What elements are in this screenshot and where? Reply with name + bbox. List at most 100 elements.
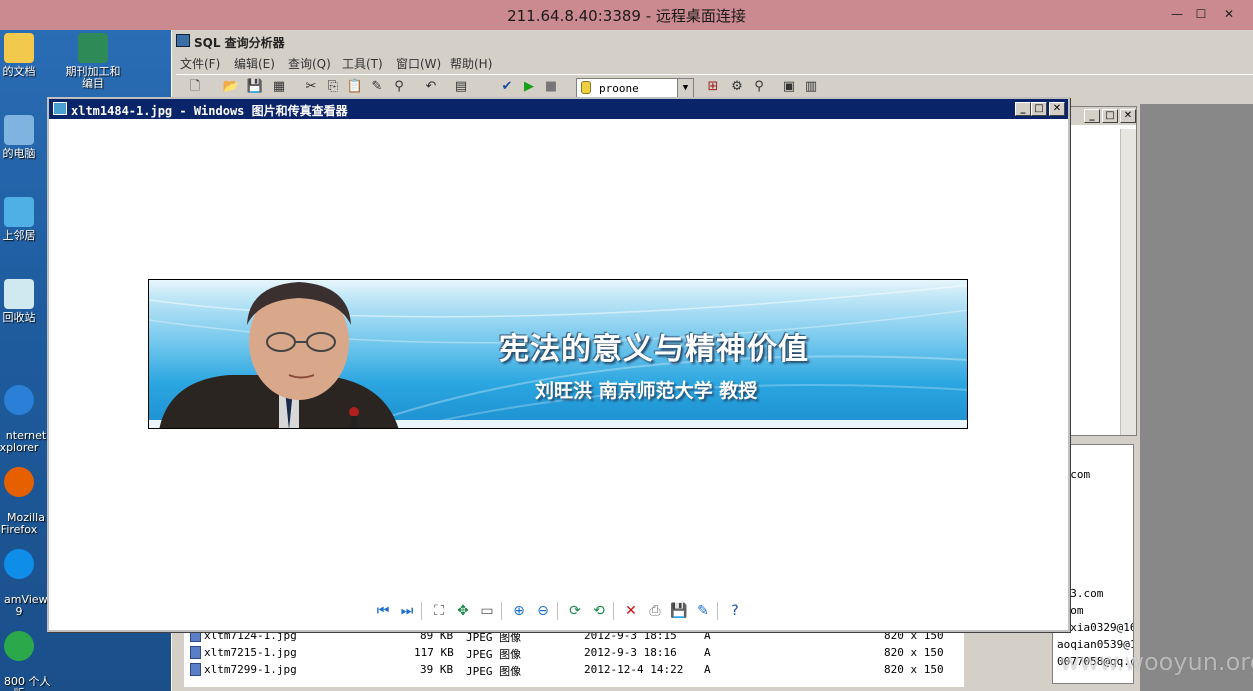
lecture-banner-image: 宪法的意义与精神价值 刘旺洪 南京师范大学 教授 [148,279,968,429]
teamviewer-icon [4,549,34,579]
menu-edit[interactable]: 编辑(E) [234,55,275,72]
desktop-icon-label: 的文档 [2,65,36,78]
parse-check-icon[interactable]: ✔ [498,78,516,96]
app-shortcut-icon [78,33,108,63]
desktop-icon-800-personal[interactable]: 800 个人 版 [0,607,51,691]
copy-icon[interactable]: ⎘ [324,78,342,96]
database-icon [581,81,591,94]
minimize-button[interactable]: _ [1015,102,1031,116]
banner-title: 宪法的意义与精神价值 [499,332,809,367]
file-attr: A [704,663,711,676]
toolbar-separator [421,602,422,620]
clear-window-icon[interactable]: ✎ [368,78,386,96]
actual-size-icon[interactable]: ✥ [453,601,473,621]
object-browser-icon[interactable]: ⚙ [728,78,746,96]
edit-image-icon[interactable]: ✎ [693,601,713,621]
speaker-portrait [159,282,399,428]
menu-query[interactable]: 查询(Q) [288,55,331,72]
slideshow-icon[interactable]: ▭ [477,601,497,621]
sql-title-bar: SQL 查询分析器 [172,30,1253,52]
print-icon[interactable]: ⎙ [645,601,665,621]
insert-template-icon[interactable]: ▦ [270,78,288,96]
query-editor-titlebar: _ □ ✕ [1068,107,1136,125]
viewer-title-bar: xltm1484-1.jpg - Windows 图片和传真查看器 _ □ ✕ [49,99,1068,119]
file-dims: 820 x 150 [884,663,944,676]
picture-viewer-icon [53,102,67,115]
picture-viewer-window: xltm1484-1.jpg - Windows 图片和传真查看器 _ □ ✕ … [47,97,1070,632]
chevron-down-icon[interactable]: ▼ [677,79,693,97]
execute-icon[interactable]: ▶ [520,78,538,96]
file-type: JPEG 图像 [466,665,522,678]
rdp-close-button[interactable]: ✕ [1216,4,1242,24]
rdp-minimize-button[interactable]: — [1164,4,1190,24]
zoom-in-icon[interactable]: ⊕ [509,601,529,621]
open-icon[interactable]: 📂 [222,78,240,96]
file-type: JPEG 图像 [466,648,522,661]
firefox-icon [4,467,34,497]
best-fit-icon[interactable]: ⛶ [429,601,449,621]
delete-icon[interactable]: ✕ [621,601,641,621]
jpeg-file-icon [190,646,201,659]
paste-icon[interactable]: 📋 [346,78,364,96]
ie-icon [4,385,34,415]
menu-window[interactable]: 窗口(W) [396,55,441,72]
desktop-icon-recycle-bin[interactable]: 回收站 [0,279,48,324]
desktop-icon-journal-cataloging[interactable]: 期刊加工和编目 [62,33,124,90]
banner-subtitle: 刘旺洪 南京师范大学 教授 [535,380,758,402]
folder-documents-icon [4,33,34,63]
toolbar-separator [501,602,502,620]
desktop-icon-label: 上邻居 [2,229,36,242]
database-select[interactable]: proone ▼ [576,78,694,98]
rdp-title: 211.64.8.40:3389 - 远程桌面连接 [507,7,746,25]
cut-icon[interactable]: ✂ [302,78,320,96]
sql-app-icon [176,34,190,47]
rdp-restore-button[interactable]: ☐ [1188,4,1214,24]
find-icon[interactable]: ⚲ [390,78,408,96]
properties-icon[interactable]: ▣ [780,78,798,96]
recycle-bin-icon [4,279,34,309]
results-grid-icon[interactable]: ▤ [452,78,470,96]
file-dims: 820 x 150 [884,646,944,659]
next-image-icon[interactable]: ⏭ [397,601,417,621]
toolbar-separator [717,602,718,620]
menu-file[interactable]: 文件(F) [180,55,220,72]
desktop-icon-my-computer[interactable]: 的电脑 [0,115,48,160]
network-icon [4,197,34,227]
toolbar-separator [613,602,614,620]
watermark: www.wooyun.org [1060,648,1253,676]
close-button[interactable]: ✕ [1120,109,1136,123]
object-search-icon[interactable]: ⚲ [750,78,768,96]
save-icon[interactable]: 💾 [246,78,264,96]
minimize-button[interactable]: _ [1084,109,1100,123]
desktop-icon-label: 的电脑 [2,147,36,160]
display-plan-icon[interactable]: ⊞ [704,78,722,96]
file-list: xltm7124-1.jpg 89 KB JPEG 图像 2012-9-3 18… [184,627,964,687]
vertical-scrollbar[interactable] [1120,129,1136,435]
menu-tools[interactable]: 工具(T) [342,55,383,72]
maximize-button[interactable]: □ [1031,102,1047,116]
help-icon[interactable]: ? [725,601,745,621]
maximize-button[interactable]: □ [1102,109,1118,123]
rotate-counterclockwise-icon[interactable]: ⟲ [589,601,609,621]
close-button[interactable]: ✕ [1049,102,1065,116]
desktop-icon-my-documents[interactable]: 的文档 [0,33,48,78]
rotate-clockwise-icon[interactable]: ⟳ [565,601,585,621]
computer-icon [4,115,34,145]
desktop-icon-label: 800 个人 版 [4,675,51,691]
previous-image-icon[interactable]: ⏮ [373,601,393,621]
file-attr: A [704,646,711,659]
desktop-icon-network[interactable]: 上邻居 [0,197,48,242]
undo-icon[interactable]: ↶ [422,78,440,96]
save-copy-icon[interactable]: 💾 [669,601,689,621]
zoom-out-icon[interactable]: ⊖ [533,601,553,621]
file-size: 117 KB [414,646,454,659]
sql-window-title: SQL 查询分析器 [194,36,285,50]
menu-help[interactable]: 帮助(H) [450,55,492,72]
stop-icon[interactable]: ■ [542,78,560,96]
new-query-icon[interactable]: 🗋 [186,78,204,96]
database-name: proone [599,82,639,95]
mdi-background [1140,104,1253,691]
show-results-pane-icon[interactable]: ▥ [802,78,820,96]
file-date: 2012-12-4 14:22 [584,663,684,676]
desktop-icon-label: 回收站 [2,311,36,324]
